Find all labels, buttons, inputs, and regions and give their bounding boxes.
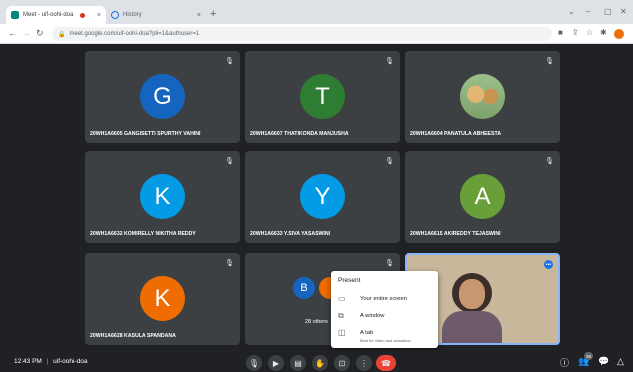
meeting-info: 12:43 PM | uif-oohi-doa xyxy=(14,358,87,365)
more-options-icon[interactable]: ••• xyxy=(544,260,553,269)
tab-title: Meet - uif-oohi-doa xyxy=(23,12,74,18)
participant-count-badge: 36 xyxy=(584,352,593,360)
url-field[interactable]: 🔒 meet.google.com/uif-oohi-doa?pli=1&aut… xyxy=(52,27,552,41)
avatar: G xyxy=(140,74,185,119)
self-video-face xyxy=(459,279,485,309)
avatar-photo xyxy=(460,74,505,119)
menu-item-sublabel: Best for video and animation xyxy=(360,338,411,343)
camera-button[interactable]: ▶ xyxy=(268,355,284,371)
participant-tile[interactable]: 🎙 K 20WH1A6632 KOMIRELLY NIKITHA REDDY xyxy=(85,151,240,243)
separator: | xyxy=(46,358,49,365)
reload-icon[interactable]: ↻ xyxy=(36,28,44,39)
close-tab-icon[interactable]: × xyxy=(97,12,101,19)
lock-icon: 🔒 xyxy=(58,31,66,38)
avatar: Y xyxy=(300,174,345,219)
chat-icon[interactable]: 💬 xyxy=(598,356,609,367)
activities-icon[interactable]: △ xyxy=(617,356,624,367)
avatar: B xyxy=(293,277,315,299)
avatar: T xyxy=(300,74,345,119)
meeting-controls-bar: 12:43 PM | uif-oohi-doa 🎙 ▶ ▤ ✋ ⊡ ⋮ ☎ ⓘ … xyxy=(0,350,633,372)
participant-tile[interactable]: 🎙 K 20WH1A6628 KASULA SPANDANA xyxy=(85,253,240,345)
participant-name: 20WH1A6605 GANGISETTI SPURTHY VAHINI xyxy=(90,131,201,137)
close-window-button[interactable]: ✕ xyxy=(620,7,627,16)
present-menu-title: Present xyxy=(338,277,361,284)
share-icon[interactable]: ⇪ xyxy=(572,28,579,37)
self-video-body xyxy=(442,311,502,343)
mic-button[interactable]: 🎙 xyxy=(246,355,262,371)
clock: 12:43 PM xyxy=(14,358,42,365)
menu-item-label: A tab xyxy=(360,330,374,336)
browser-tabstrip: Meet - uif-oohi-doa × History × + ⌄ – ▢ … xyxy=(0,0,633,24)
mic-off-icon: 🎙 xyxy=(225,158,234,165)
monitor-icon: ▭ xyxy=(338,294,346,303)
participant-tile[interactable]: 🎙 Y 20WH1A6633 Y.SIVA YASASWINI xyxy=(245,151,400,243)
mic-off-icon: 🎙 xyxy=(385,260,394,267)
mic-off-icon: 🎙 xyxy=(225,58,234,65)
tab-search-icon[interactable]: ⌄ xyxy=(568,7,575,16)
avatar: K xyxy=(140,276,185,321)
mic-off-icon: 🎙 xyxy=(225,260,234,267)
more-options-button[interactable]: ⋮ xyxy=(356,355,372,371)
participant-name: 20WH1A6633 Y.SIVA YASASWINI xyxy=(250,231,331,237)
mic-off-icon: 🎙 xyxy=(545,58,554,65)
menu-item-label: A window xyxy=(360,313,385,319)
menu-item-label: Your entire screen xyxy=(360,296,407,302)
mic-off-icon: 🎙 xyxy=(385,158,394,165)
participant-tile[interactable]: 🎙 T 20WH1A6607 THATIKONDA MANJUSHA xyxy=(245,51,400,143)
participant-tile[interactable]: 🎙 20WH1A6604 PANATULA ABHEESTA xyxy=(405,51,560,143)
participant-name: 20WH1A6628 KASULA SPANDANA xyxy=(90,333,176,339)
address-bar-row: ← → ↻ 🔒 meet.google.com/uif-oohi-doa?pli… xyxy=(0,24,633,44)
mic-off-icon: 🎙 xyxy=(545,158,554,165)
recording-dot-icon xyxy=(80,12,86,18)
maximize-button[interactable]: ▢ xyxy=(604,7,612,16)
info-icon[interactable]: ⓘ xyxy=(560,356,569,369)
new-tab-button[interactable]: + xyxy=(210,8,216,20)
tab-title: History xyxy=(123,12,142,18)
captions-button[interactable]: ▤ xyxy=(290,355,306,371)
bookmark-star-icon[interactable]: ☆ xyxy=(586,28,593,37)
participant-tile[interactable]: 🎙 A 20WH1A6615 AKIREDDY TEJASWINI xyxy=(405,151,560,243)
raise-hand-button[interactable]: ✋ xyxy=(312,355,328,371)
meeting-code: uif-oohi-doa xyxy=(53,358,88,365)
tab-meet[interactable]: Meet - uif-oohi-doa × xyxy=(6,6,106,24)
participant-name: 20WH1A6604 PANATULA ABHEESTA xyxy=(410,131,501,137)
window-icon: ⧉ xyxy=(338,311,344,320)
participant-name: 20WH1A6632 KOMIRELLY NIKITHA REDDY xyxy=(90,231,196,237)
minimize-button[interactable]: – xyxy=(586,7,590,16)
participant-name: 20WH1A6615 AKIREDDY TEJASWINI xyxy=(410,231,501,237)
mic-off-icon: 🎙 xyxy=(385,58,394,65)
history-icon xyxy=(111,11,119,19)
back-icon[interactable]: ← xyxy=(8,28,17,38)
forward-icon[interactable]: → xyxy=(22,28,31,38)
participant-name: 20WH1A6607 THATIKONDA MANJUSHA xyxy=(250,131,349,137)
tab-history[interactable]: History × xyxy=(106,6,206,24)
camera-indicator-icon[interactable]: ■ xyxy=(558,28,563,37)
present-window[interactable]: ⧉ A window xyxy=(331,310,438,324)
url-text: meet.google.com/uif-oohi-doa?pli=1&authu… xyxy=(69,31,200,37)
close-tab-icon[interactable]: × xyxy=(197,12,201,19)
profile-avatar[interactable] xyxy=(614,29,624,39)
present-button[interactable]: ⊡ xyxy=(334,355,350,371)
present-tab[interactable]: ◫ A tab Best for video and animation xyxy=(331,327,438,345)
tab-icon: ◫ xyxy=(338,328,346,337)
present-entire-screen[interactable]: ▭ Your entire screen xyxy=(331,293,438,307)
others-count: 28 others xyxy=(305,319,328,325)
avatar: A xyxy=(460,174,505,219)
extensions-icon[interactable]: ✱ xyxy=(600,28,607,37)
present-menu: Present ▭ Your entire screen ⧉ A window … xyxy=(331,271,438,348)
leave-call-button[interactable]: ☎ xyxy=(376,355,396,371)
meet-favicon-icon xyxy=(11,11,19,19)
screen: Meet - uif-oohi-doa × History × + ⌄ – ▢ … xyxy=(0,0,633,372)
avatar: K xyxy=(140,174,185,219)
participant-tile[interactable]: 🎙 G 20WH1A6605 GANGISETTI SPURTHY VAHINI xyxy=(85,51,240,143)
